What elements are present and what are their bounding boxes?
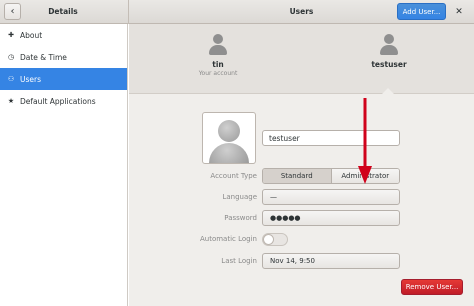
sidebar-item-users[interactable]: ⚇ Users — [0, 68, 127, 90]
password-label: Password — [224, 214, 257, 222]
close-icon: ✕ — [455, 7, 463, 17]
automatic-login-toggle[interactable] — [262, 233, 288, 246]
header-bar: ‹ Details Users Add User... ✕ — [0, 0, 474, 24]
carousel-user-subtitle: Your account — [198, 70, 238, 77]
carousel-user-testuser[interactable]: testuser — [349, 34, 429, 69]
sidebar-item-label: Date & Time — [20, 52, 67, 62]
user-avatar-button[interactable] — [202, 112, 256, 164]
back-button[interactable]: ‹ — [4, 3, 21, 20]
selection-pointer — [381, 88, 395, 95]
chevron-left-icon: ‹ — [10, 6, 15, 17]
last-login-button[interactable]: Nov 14, 9:50 — [262, 253, 400, 269]
sidebar-item-about[interactable]: ✚ About — [0, 24, 127, 46]
toggle-knob — [263, 234, 274, 245]
avatar-icon — [209, 34, 227, 56]
sidebar-item-label: Users — [20, 74, 42, 84]
sidebar: ✚ About ◷ Date & Time ⚇ Users ★ Default … — [0, 24, 128, 306]
sidebar-item-default-applications[interactable]: ★ Default Applications — [0, 90, 127, 112]
full-name-field[interactable]: testuser — [262, 130, 400, 146]
account-type-switcher[interactable]: Standard Administrator — [262, 168, 400, 184]
close-button[interactable]: ✕ — [452, 5, 466, 19]
avatar-icon — [380, 34, 398, 56]
standard-button[interactable]: Standard — [263, 169, 332, 183]
star-icon: ★ — [7, 97, 15, 105]
password-button[interactable]: ●●●●● — [262, 210, 400, 226]
sidebar-item-date-time[interactable]: ◷ Date & Time — [0, 46, 127, 68]
users-panel: tin Your account testuser testuser Accou… — [129, 24, 474, 306]
details-title: Details — [48, 7, 78, 16]
carousel-user-name: testuser — [371, 60, 407, 69]
add-user-button[interactable]: Add User... — [397, 3, 446, 20]
carousel-user-tin[interactable]: tin Your account — [178, 34, 258, 77]
avatar-head — [218, 120, 240, 142]
sidebar-item-label: About — [20, 30, 43, 40]
account-type-label: Account Type — [210, 172, 257, 180]
annotation-arrow-icon — [358, 98, 372, 184]
last-login-label: Last Login — [221, 257, 257, 265]
carousel-user-name: tin — [212, 60, 224, 69]
avatar-body — [209, 143, 249, 163]
remove-user-button[interactable]: Remove User... — [401, 279, 463, 295]
users-icon: ⚇ — [7, 75, 15, 83]
user-carousel: tin Your account testuser — [129, 24, 474, 95]
plus-icon: ✚ — [8, 31, 14, 39]
language-button[interactable]: — — [262, 189, 400, 205]
sidebar-item-label: Default Applications — [20, 96, 96, 106]
clock-icon: ◷ — [7, 53, 15, 61]
language-label: Language — [222, 193, 257, 201]
automatic-login-label: Automatic Login — [199, 235, 257, 243]
